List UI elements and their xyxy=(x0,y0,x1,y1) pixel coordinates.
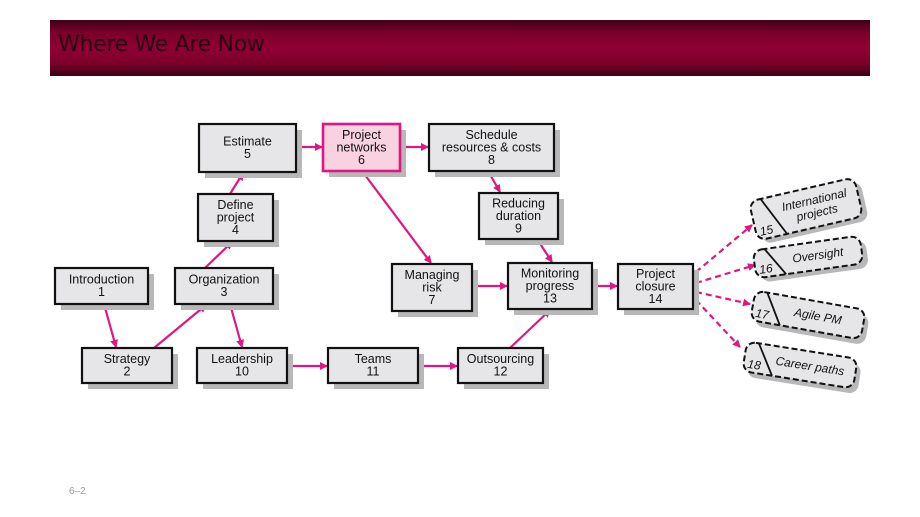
node-number: 2 xyxy=(124,365,131,379)
project-roadmap-diagram: Introduction1 Strategy2 Organization3 Defin… xyxy=(53,122,869,393)
node-number: 6 xyxy=(358,153,365,167)
node-number: 11 xyxy=(367,365,380,379)
edge-14-to-17 xyxy=(695,290,751,307)
node-number: 10 xyxy=(235,365,249,379)
node-number: 16 xyxy=(758,261,773,277)
edge-14-to-18 xyxy=(695,299,741,348)
edge-3-to-10 xyxy=(228,303,244,348)
optional-node-17: 17 Agile PM xyxy=(750,290,869,344)
node-number: 13 xyxy=(543,291,557,305)
optional-nodes-layer: 15Internationalprojects16Oversight17 Agil… xyxy=(742,178,869,393)
node-number: 18 xyxy=(746,357,762,373)
node-number: 12 xyxy=(494,365,508,379)
edge-12-to-13 xyxy=(509,309,551,349)
edges-layer xyxy=(102,143,756,370)
node-number: 8 xyxy=(488,153,495,167)
edge-14-to-16 xyxy=(695,263,756,285)
optional-node-15: 15Internationalprojects xyxy=(749,178,868,243)
node-12: Outsourcing12 xyxy=(456,346,549,389)
node-3: Organization3 xyxy=(173,266,279,310)
node-14: Projectclosure14 xyxy=(616,262,699,315)
node-number: 7 xyxy=(429,293,436,307)
optional-node-18: 18 Career paths xyxy=(742,341,861,393)
node-number: 5 xyxy=(244,147,251,161)
node-2: Strategy2 xyxy=(80,346,178,389)
node-number: 1 xyxy=(98,285,105,299)
edge-2-to-3 xyxy=(153,304,207,349)
node-11: Teams11 xyxy=(326,346,424,389)
node-7: Managingrisk7 xyxy=(390,262,478,317)
edge-1-to-2 xyxy=(102,303,118,348)
node-5: Estimate5 xyxy=(197,122,302,178)
node-4: Defineproject4 xyxy=(196,192,279,247)
edge-14-to-15 xyxy=(695,224,753,273)
node-9: Reducingduration9 xyxy=(477,191,564,245)
node-6: Projectnetworks6 xyxy=(321,122,406,177)
node-number: 3 xyxy=(221,285,228,299)
node-10: Leadership10 xyxy=(195,346,293,389)
node-8: Scheduleresources & costs8 xyxy=(427,122,560,177)
node-13: Monitoringprogress13 xyxy=(506,261,598,315)
node-1: Introduction1 xyxy=(53,266,154,310)
nodes-layer: Introduction1 Strategy2 Organization3 Defin… xyxy=(53,122,699,389)
edge-6-to-7 xyxy=(361,170,432,264)
node-number: 14 xyxy=(649,292,663,306)
node-number: 9 xyxy=(515,221,522,235)
node-number: 4 xyxy=(232,223,239,237)
slide-number: 6–2 xyxy=(69,486,86,497)
